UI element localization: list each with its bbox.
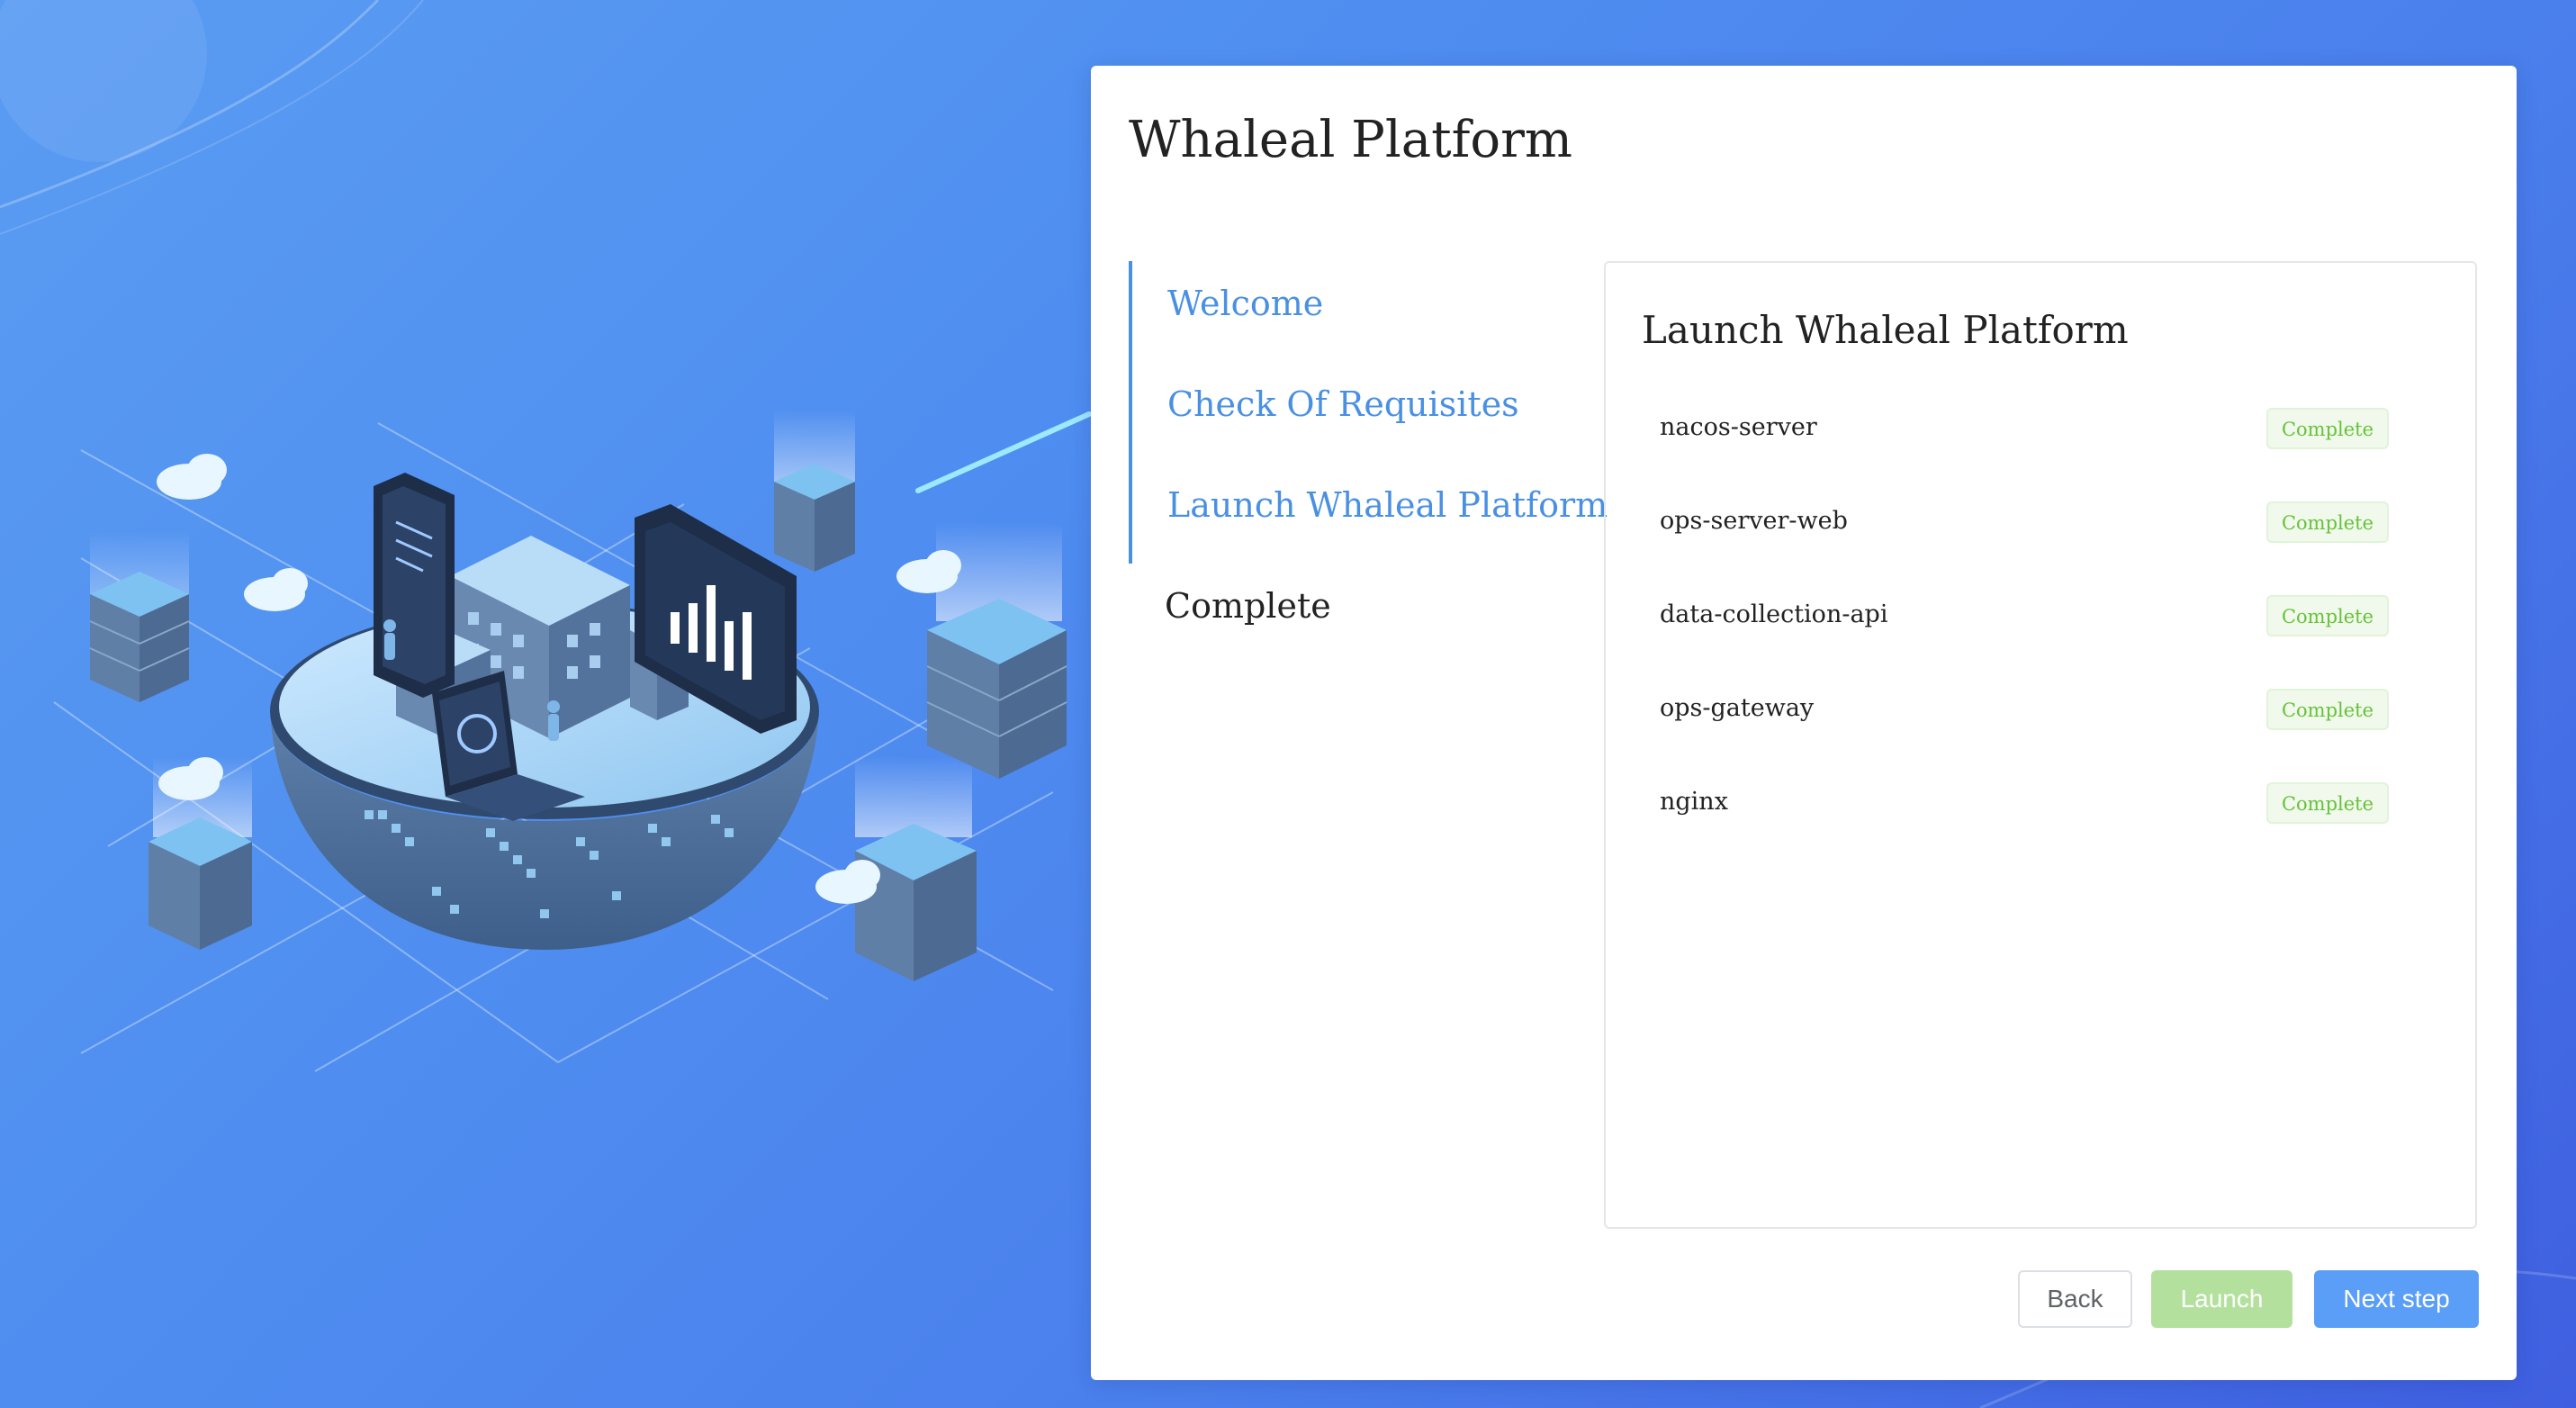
- service-name: data-collection-api: [1660, 600, 1888, 628]
- service-name: nacos-server: [1660, 413, 1817, 441]
- status-badge: Complete: [2266, 501, 2389, 543]
- page-title: Whaleal Platform: [1129, 111, 1572, 169]
- service-row-nacos-server: nacos-server Complete: [1660, 408, 2389, 451]
- launch-panel: Launch Whaleal Platform nacos-server Com…: [1604, 261, 2477, 1229]
- status-badge: Complete: [2266, 689, 2389, 730]
- step-launch-whaleal-platform[interactable]: Launch Whaleal Platform: [1167, 485, 1608, 525]
- step-check-of-requisites[interactable]: Check Of Requisites: [1167, 384, 1519, 424]
- step-welcome[interactable]: Welcome: [1167, 284, 1323, 323]
- next-step-button[interactable]: Next step: [2314, 1270, 2479, 1328]
- step-progress-rail: [1129, 261, 1132, 564]
- service-name: ops-server-web: [1660, 507, 1848, 535]
- service-row-nginx: nginx Complete: [1660, 782, 2389, 826]
- status-badge: Complete: [2266, 595, 2389, 636]
- launch-button[interactable]: Launch: [2151, 1270, 2292, 1328]
- service-name: nginx: [1660, 788, 1728, 816]
- service-name: ops-gateway: [1660, 694, 1815, 722]
- status-badge: Complete: [2266, 408, 2389, 449]
- step-complete[interactable]: Complete: [1165, 586, 1331, 626]
- setup-wizard-card: Whaleal Platform Welcome Check Of Requis…: [1091, 66, 2517, 1380]
- back-button[interactable]: Back: [2018, 1270, 2132, 1328]
- service-row-ops-gateway: ops-gateway Complete: [1660, 689, 2389, 732]
- status-badge: Complete: [2266, 782, 2389, 824]
- step-navigation: Welcome Check Of Requisites Launch Whale…: [1129, 261, 1608, 666]
- panel-title: Launch Whaleal Platform: [1642, 308, 2129, 352]
- service-row-ops-server-web: ops-server-web Complete: [1660, 501, 2389, 545]
- service-row-data-collection-api: data-collection-api Complete: [1660, 595, 2389, 638]
